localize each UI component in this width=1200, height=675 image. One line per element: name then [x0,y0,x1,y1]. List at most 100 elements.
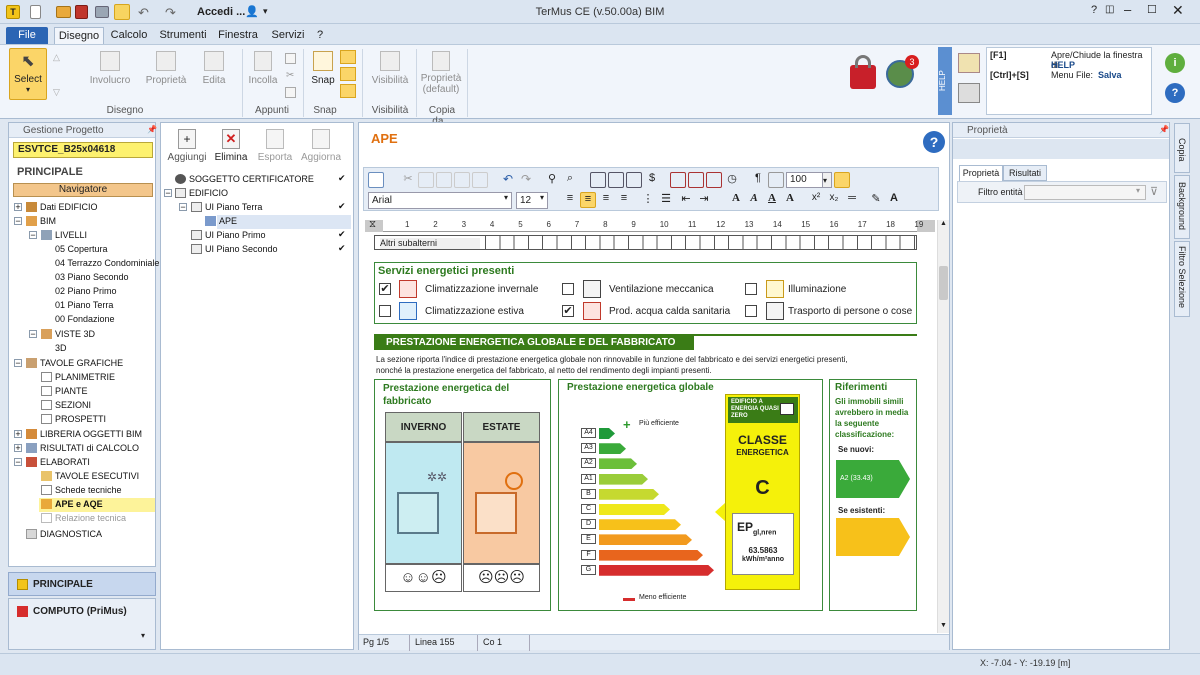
elimina-button[interactable]: ✕ Elimina [211,127,251,163]
tree-level-02[interactable]: 02 Piano Primo [55,286,117,296]
collapse-toggle-icon[interactable]: − [14,217,22,226]
tree-risultati[interactable]: RISULTATI di CALCOLO [40,443,139,453]
scrollbar-thumb[interactable] [939,266,948,300]
table-icon[interactable] [590,172,606,188]
frame-icon[interactable] [626,172,642,188]
field-icon[interactable]: $ [644,172,660,188]
fit-page-icon[interactable] [834,172,850,188]
undo-icon[interactable]: ↶ [138,5,149,21]
tab-strumenti[interactable]: Strumenti [157,27,209,44]
module-principale[interactable]: PRINCIPALE [8,572,156,596]
info-icon[interactable]: i [1165,53,1185,73]
expand-toggle-icon[interactable]: + [14,430,22,439]
underline-icon[interactable]: A [764,192,780,208]
servizio-checkbox-1[interactable]: ✔ [379,283,391,295]
app-logo-icon[interactable]: T [6,5,20,19]
find-icon[interactable]: ⚲ [544,172,560,188]
side-tab-copia[interactable]: Copia [1174,123,1190,173]
pin-icon[interactable]: 📌 [147,125,157,134]
redo-icon[interactable]: ↷ [165,5,176,21]
visibilita-button[interactable]: Visibilità [368,51,412,86]
tab-servizi[interactable]: Servizi [268,27,308,44]
pin-icon[interactable]: 📌 [1159,125,1169,134]
tree-ape[interactable]: APE [219,216,237,226]
project-name[interactable]: ESVTCE_B25x04618 [13,142,153,158]
help-save-icon[interactable] [958,83,980,103]
font-color-icon[interactable]: A [886,192,902,208]
time-icon[interactable]: ◷ [724,172,740,188]
highlight-icon[interactable]: ✎ [868,192,884,208]
font-select[interactable]: Arial [368,192,512,209]
bold-icon[interactable]: A [728,192,744,208]
tree-level-00[interactable]: 00 Fondazione [55,314,115,324]
help-icon[interactable]: ? [1165,83,1185,103]
bullet-list-icon[interactable]: ☰ [658,192,674,208]
filtro-select[interactable] [1024,185,1146,200]
tab-disegno[interactable]: Disegno [54,27,104,44]
tree-prospetti[interactable]: PROSPETTI [55,414,106,424]
page-number-icon[interactable] [688,172,704,188]
user-icon[interactable]: 👤 [245,5,259,18]
help-edit-icon[interactable] [958,53,980,73]
paste-icon[interactable] [436,172,452,188]
copy-format-icon[interactable] [285,87,296,98]
esporta-button[interactable]: Esporta [255,127,295,163]
pointer-tool-icon[interactable] [114,4,130,20]
minimize-icon[interactable]: – [1124,2,1131,17]
filter-icon[interactable]: ⊽ [1150,185,1158,198]
scroll-up-icon[interactable]: △ [53,52,60,63]
chevron-down-icon[interactable]: ▾ [141,631,145,640]
ruler-icon[interactable] [768,172,784,188]
tree-elaborati[interactable]: ELABORATI [40,457,90,467]
snap-angle-icon[interactable] [340,67,356,81]
chevron-down-icon[interactable]: ▾ [1136,186,1140,195]
tree-ape-aqe[interactable]: APE e AQE [55,499,103,509]
collapse-toggle-icon[interactable]: − [29,231,37,240]
doc-help-icon[interactable]: ? [923,131,945,153]
numbered-list-icon[interactable]: ⋮ [640,192,656,208]
proprieta-button[interactable]: Proprietà [144,51,188,86]
tree-bim[interactable]: BIM [40,216,56,226]
paste-special-icon[interactable] [454,172,470,188]
module-computo[interactable]: COMPUTO (PriMus) ▾ [8,598,156,650]
help-vertical-tab[interactable]: HELP [938,47,952,115]
tree-ui-piano-primo[interactable]: UI Piano Primo [205,230,266,240]
servizio-checkbox-2[interactable] [379,305,391,317]
paragraph-marks-icon[interactable]: ¶ [750,172,766,188]
tree-relazione[interactable]: Relazione tecnica [55,513,126,523]
date-icon[interactable] [706,172,722,188]
align-left-icon[interactable]: ≡ [562,192,578,208]
navigatore-button[interactable]: Navigatore [13,183,153,197]
image-icon[interactable] [608,172,624,188]
aggiungi-button[interactable]: + Aggiungi [167,127,207,163]
tree-livelli[interactable]: LIVELLI [55,230,87,240]
cut-icon[interactable]: ✂ [400,172,416,188]
italic-icon[interactable]: A [746,192,762,208]
tree-dati-edificio[interactable]: Dati EDIFICIO [40,202,98,212]
tree-ui-piano-secondo[interactable]: UI Piano Secondo [205,244,278,254]
copy-icon[interactable] [285,53,296,64]
snap-grid-icon[interactable] [340,50,356,64]
select-button[interactable]: ⬉ Select ▾ [9,48,47,100]
justify-icon[interactable]: ≡ [616,192,632,208]
tree-planimetrie[interactable]: PLANIMETRIE [55,372,115,382]
collapse-toggle-icon[interactable]: − [14,458,22,467]
subscript-icon[interactable]: x₂ [826,192,842,208]
collapse-toggle-icon[interactable]: − [29,330,37,339]
snap-button[interactable]: Snap [308,51,338,86]
proprieta-default-button[interactable]: Proprietà (default) [420,51,462,95]
document-scrollbar[interactable]: ▲ ▼ [937,220,949,633]
aggiorna-button[interactable]: Aggiorna [299,127,343,163]
tab-help[interactable]: ? [314,27,326,44]
print-icon[interactable] [95,6,109,18]
tab-file[interactable]: File [6,27,48,44]
tree-level-03[interactable]: 03 Piano Secondo [55,272,129,282]
tree-libreria[interactable]: LIBRERIA OGGETTI BIM [40,429,142,439]
superscript-icon[interactable]: x² [808,192,824,208]
scroll-up-icon[interactable]: ▲ [940,220,947,227]
tab-calcolo[interactable]: Calcolo [108,27,150,44]
redo-icon[interactable]: ↷ [518,172,534,188]
copy-icon[interactable] [418,172,434,188]
strikethrough-icon[interactable]: A [782,192,798,208]
incolla-button[interactable]: Incolla [246,51,280,86]
